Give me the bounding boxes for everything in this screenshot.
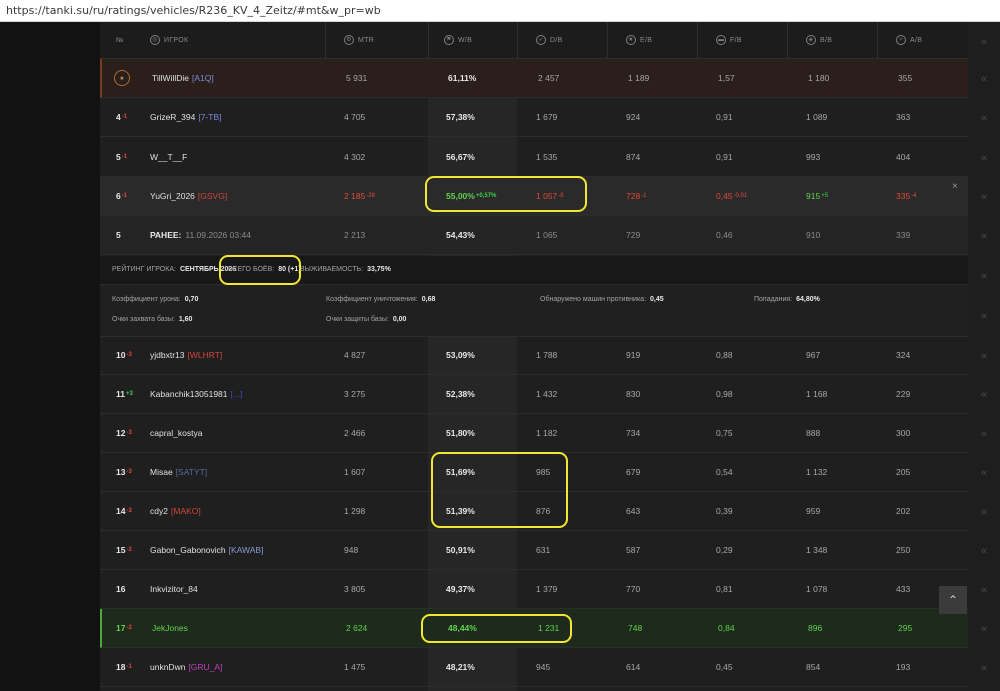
- previous-stats-row: 5 РАНЕЕ: 11.09.2026 03:44 2 213 54,43% 1 …: [100, 216, 968, 255]
- header-player[interactable]: ◎ ИГРОК: [150, 22, 188, 58]
- rank-medal: ★: [114, 59, 130, 97]
- target-icon: ✧: [896, 35, 906, 45]
- table-row[interactable]: 12 -3 capral_kostya 2 466 51,80% 1 182 73…: [100, 414, 968, 453]
- side-arrow[interactable]: «: [968, 531, 1000, 570]
- annotation-selected-stats: [425, 176, 587, 212]
- annotation-green-row: [421, 614, 572, 643]
- player-icon: ◎: [150, 35, 160, 45]
- side-arrow[interactable]: «: [968, 375, 1000, 414]
- address-bar[interactable]: https://tanki.su/ru/ratings/vehicles/R23…: [0, 0, 1000, 22]
- annotation-rows-13-14: [431, 452, 568, 528]
- side-arrow[interactable]: «: [968, 453, 1000, 492]
- header-eb[interactable]: ★ E/B: [626, 22, 652, 58]
- star-icon: ★: [626, 35, 636, 45]
- table-row[interactable]: 4 -1 GrizeR_394 [7-TB] 4 705 57,38% 1 679 …: [100, 98, 968, 137]
- shield-icon: ◈: [806, 35, 816, 45]
- side-arrow[interactable]: «: [968, 648, 1000, 687]
- side-arrow[interactable]: «: [968, 296, 1000, 335]
- table-row[interactable]: 10 -3 yjdbxtr13 [WLHRT] 4 827 53,09% 1 788…: [100, 336, 968, 375]
- scroll-top-button[interactable]: ⌃: [939, 586, 967, 614]
- header-bb[interactable]: ◈ B/B: [806, 22, 832, 58]
- annotation-battles: [219, 255, 301, 285]
- table-row[interactable]: 11 +3 Kabanchik13051981 [...] 3 275 52,38%…: [100, 375, 968, 414]
- side-arrow[interactable]: «: [968, 177, 1000, 216]
- gun-icon: ➶: [536, 35, 546, 45]
- side-arrow[interactable]: «: [968, 98, 1000, 137]
- side-arrow[interactable]: «: [968, 336, 1000, 375]
- table-header: № ◎ ИГРОК ⚙ MTR ⚑ W/B ➶ D/B ★ E/B ▬ F/B ◈ B/B ✧…: [100, 22, 968, 59]
- table-row[interactable]: ★ TillWillDie [A1Q] 5 931 61,11% 2 457 1 …: [100, 59, 968, 98]
- side-arrow[interactable]: «: [968, 492, 1000, 531]
- url-text: https://tanki.su/ru/ratings/vehicles/R23…: [6, 4, 381, 17]
- header-db[interactable]: ➶ D/B: [536, 22, 563, 58]
- player-coefficients: Коэффициент урона: 0,70 Коэффициент уничт…: [100, 285, 968, 337]
- table-row[interactable]: 15 -2 Gabon_Gabonovich [KAWAB] 948 50,91% …: [100, 531, 968, 570]
- table-row[interactable]: 16 Inkvizitor_84 3 805 49,37% 1 379 770 …: [100, 570, 968, 609]
- table-row[interactable]: 18 -1 unknDwn [GRU_A] 1 475 48,21% 945 614…: [100, 648, 968, 687]
- side-arrow[interactable]: «: [968, 22, 1000, 61]
- header-place: №: [116, 36, 124, 44]
- side-arrow[interactable]: «: [968, 414, 1000, 453]
- side-arrow[interactable]: «: [968, 570, 1000, 609]
- side-arrow[interactable]: «: [968, 216, 1000, 255]
- header-wb[interactable]: ⚑ W/B: [444, 22, 472, 58]
- header-mtr[interactable]: ⚙ MTR: [344, 22, 374, 58]
- header-fb[interactable]: ▬ F/B: [716, 22, 742, 58]
- side-arrow[interactable]: «: [968, 609, 1000, 648]
- table-row[interactable]: 5 -1 W__T__F 4 302 56,67% 1 535 874 0,91 …: [100, 138, 968, 177]
- gear-icon: ⚙: [344, 35, 354, 45]
- side-arrow[interactable]: «: [968, 256, 1000, 295]
- medal-icon: ★: [114, 70, 130, 86]
- side-arrow[interactable]: «: [968, 138, 1000, 177]
- side-arrow[interactable]: «: [968, 59, 1000, 98]
- flag-icon: ⚑: [444, 35, 454, 45]
- tank-icon: ▬: [716, 35, 726, 45]
- close-icon[interactable]: ×: [952, 181, 958, 192]
- header-ab[interactable]: ✧ A/B: [896, 22, 922, 58]
